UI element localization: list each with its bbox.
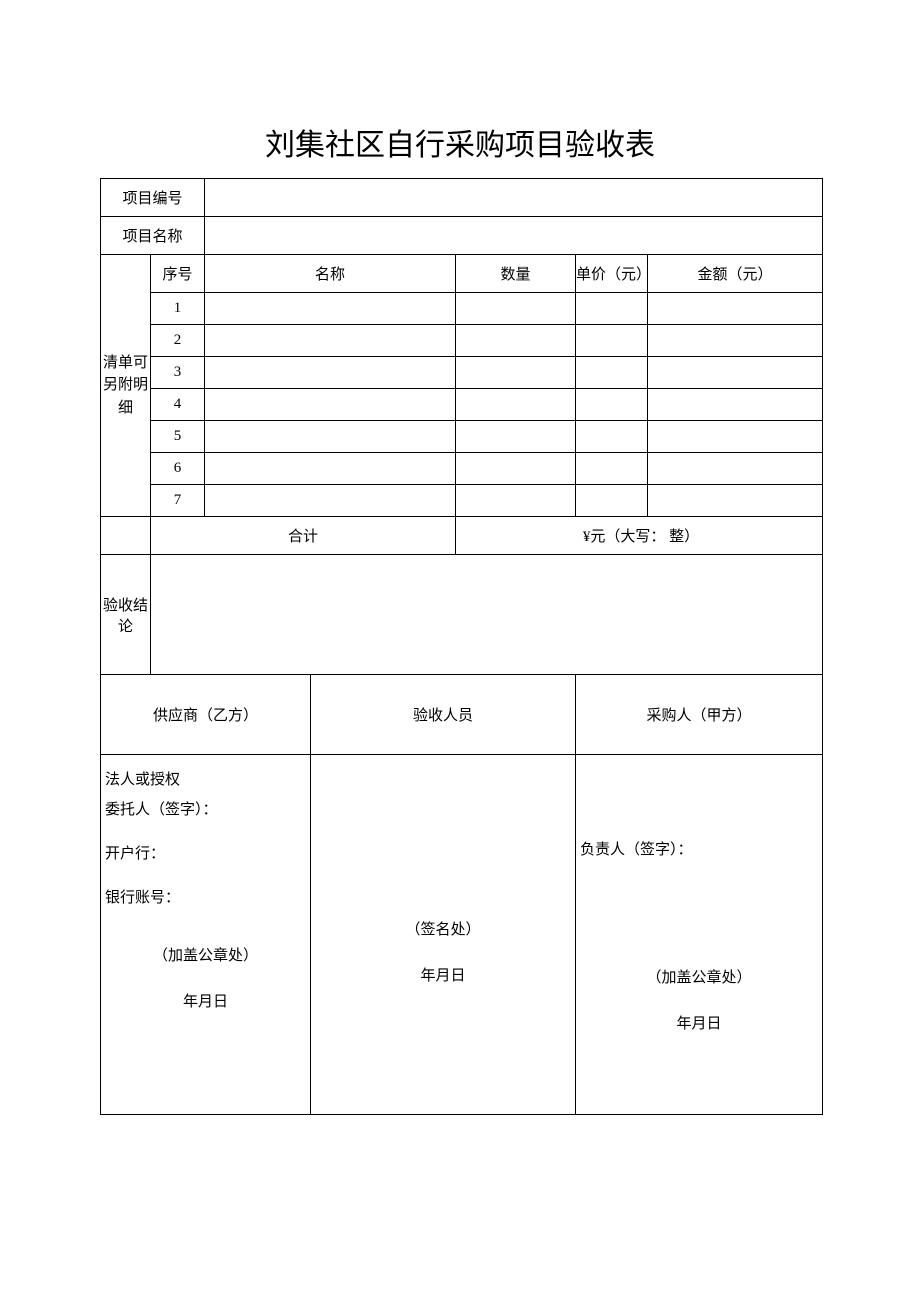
inspector-block[interactable]: （签名处） 年月日 <box>311 755 576 1115</box>
hdr-amount: 金额（元） <box>648 255 823 293</box>
supplier-bank: 开户行： <box>105 839 306 869</box>
cell-qty[interactable] <box>456 357 576 389</box>
cell-qty[interactable] <box>456 325 576 357</box>
cell-name[interactable] <box>205 421 456 453</box>
doc-title: 刘集社区自行采购项目验收表 <box>100 120 820 164</box>
cell-amount[interactable] <box>648 421 823 453</box>
supplier-date: 年月日 <box>105 987 306 1017</box>
value-conclusion[interactable] <box>151 555 823 675</box>
cell-qty[interactable] <box>456 485 576 517</box>
cell-name[interactable] <box>205 453 456 485</box>
buyer-block[interactable]: 负责人（签字）： （加盖公章处） 年月日 <box>576 755 823 1115</box>
cell-unit-price[interactable] <box>576 293 648 325</box>
cell-amount[interactable] <box>648 389 823 421</box>
cell-unit-price[interactable] <box>576 421 648 453</box>
cell-no: 5 <box>151 421 205 453</box>
supplier-line2: 委托人（签字）： <box>105 795 306 825</box>
cell-no: 4 <box>151 389 205 421</box>
cell-name[interactable] <box>205 357 456 389</box>
acceptance-table: 项目编号 项目名称 清单可另附明细 序号 名称 数量 单价（元） 金额（元） 1… <box>100 178 823 1115</box>
cell-amount[interactable] <box>648 485 823 517</box>
hdr-inspector: 验收人员 <box>311 675 576 755</box>
value-project-no[interactable] <box>205 179 823 217</box>
cell-name[interactable] <box>205 325 456 357</box>
hdr-supplier: 供应商（乙方） <box>101 675 311 755</box>
table-row: 7 <box>101 485 823 517</box>
cell-no: 7 <box>151 485 205 517</box>
buyer-seal: （加盖公章处） <box>580 963 818 993</box>
cell-no: 2 <box>151 325 205 357</box>
cell-amount[interactable] <box>648 325 823 357</box>
cell-qty[interactable] <box>456 389 576 421</box>
hdr-buyer: 采购人（甲方） <box>576 675 823 755</box>
cell-no: 1 <box>151 293 205 325</box>
label-total: 合计 <box>151 517 456 555</box>
signature-header-row: 供应商（乙方） 验收人员 采购人（甲方） <box>101 675 823 755</box>
value-project-name[interactable] <box>205 217 823 255</box>
hdr-qty: 数量 <box>456 255 576 293</box>
cell-name[interactable] <box>205 485 456 517</box>
label-list-note: 清单可另附明细 <box>101 255 151 517</box>
hdr-name: 名称 <box>205 255 456 293</box>
supplier-block[interactable]: 法人或授权 委托人（签字）： 开户行： 银行账号： （加盖公章处） 年月日 <box>101 755 311 1115</box>
cell-qty[interactable] <box>456 453 576 485</box>
label-project-name: 项目名称 <box>101 217 205 255</box>
cell-no: 3 <box>151 357 205 389</box>
cell-unit-price[interactable] <box>576 325 648 357</box>
label-conclusion: 验收结论 <box>101 555 151 675</box>
supplier-seal: （加盖公章处） <box>105 941 306 971</box>
hdr-unit-price: 单价（元） <box>576 255 648 293</box>
cell-qty[interactable] <box>456 421 576 453</box>
row-project-no: 项目编号 <box>101 179 823 217</box>
total-spacer <box>101 517 151 555</box>
table-row: 1 <box>101 293 823 325</box>
cell-name[interactable] <box>205 389 456 421</box>
cell-amount[interactable] <box>648 293 823 325</box>
row-project-name: 项目名称 <box>101 217 823 255</box>
conclusion-row: 验收结论 <box>101 555 823 675</box>
items-header: 清单可另附明细 序号 名称 数量 单价（元） 金额（元） <box>101 255 823 293</box>
supplier-account: 银行账号： <box>105 883 306 913</box>
cell-qty[interactable] <box>456 293 576 325</box>
hdr-serial: 序号 <box>151 255 205 293</box>
cell-unit-price[interactable] <box>576 485 648 517</box>
cell-unit-price[interactable] <box>576 453 648 485</box>
cell-name[interactable] <box>205 293 456 325</box>
table-row: 4 <box>101 389 823 421</box>
table-row: 3 <box>101 357 823 389</box>
buyer-date: 年月日 <box>580 1009 818 1039</box>
cell-amount[interactable] <box>648 357 823 389</box>
total-row: 合计 ¥元（大写： 整） <box>101 517 823 555</box>
supplier-line1: 法人或授权 <box>105 765 306 795</box>
inspector-sign: （签名处） <box>311 915 575 945</box>
cell-unit-price[interactable] <box>576 389 648 421</box>
cell-no: 6 <box>151 453 205 485</box>
buyer-line1: 负责人（签字）： <box>580 835 818 865</box>
cell-unit-price[interactable] <box>576 357 648 389</box>
signature-body-row: 法人或授权 委托人（签字）： 开户行： 银行账号： （加盖公章处） 年月日 （签… <box>101 755 823 1115</box>
cell-amount[interactable] <box>648 453 823 485</box>
value-total-amount[interactable]: ¥元（大写： 整） <box>456 517 823 555</box>
table-row: 6 <box>101 453 823 485</box>
table-row: 2 <box>101 325 823 357</box>
label-project-no: 项目编号 <box>101 179 205 217</box>
inspector-date: 年月日 <box>311 961 575 991</box>
table-row: 5 <box>101 421 823 453</box>
